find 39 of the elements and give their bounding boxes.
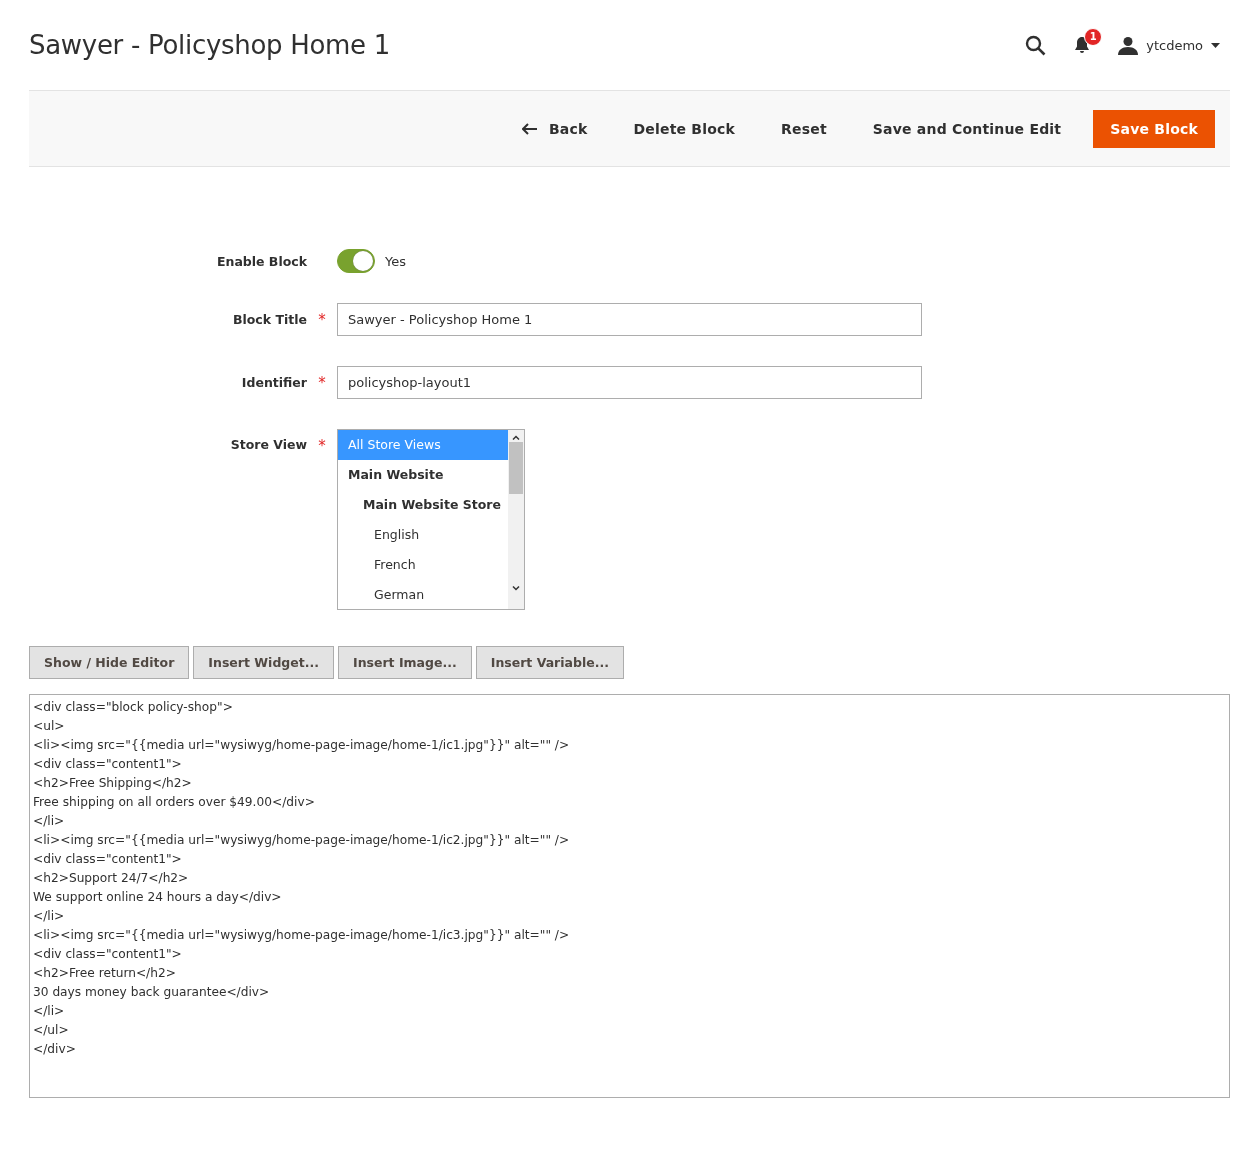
arrow-left-icon	[521, 122, 537, 135]
field-label: Block Title	[232, 312, 307, 327]
action-button[interactable]: Delete Block	[611, 109, 757, 148]
select-option[interactable]: French	[338, 550, 508, 580]
required-mark: *	[318, 310, 326, 329]
field-label: Enable Block	[216, 253, 307, 269]
select-option[interactable]: Main Website Store	[338, 490, 508, 520]
text-field[interactable]: Sawyer - Policyshop Home 1	[337, 303, 922, 336]
action-button[interactable]: Save and Continue Edit	[850, 109, 1084, 148]
notification-badge: 1	[1084, 28, 1103, 46]
save-button[interactable]: Save Block	[1093, 109, 1215, 148]
scrollbar[interactable]	[508, 430, 524, 609]
code-editor-field[interactable]: <div class="block policy-shop"> <ul> <li><img src="{{media url="wysiwyg/home-page-image/home-1/ic1.jpg"}}" alt="" /> <div class="content1"> <h2>Free Shipping</h2> Free shipping on all orders over $49.00</div> </li> <li><img src="{{media url="wysiwyg/home-page-image/home-1/ic2.jpg"}}" alt="" /> <div class="content1"> <h2>Support 24/7</h2> We support online 24 hours a day</div> </li> <li><img src="{{media url="wysiwyg/home-page-image/home-1/ic3.jpg"}}" alt="" /> <div class="content1"> <h2>Free return</h2> 30 days money back guarantee</div> </li> </ul> </div>	[29, 694, 1230, 1098]
editor-button[interactable]: Insert Variable...	[475, 646, 624, 679]
text-field[interactable]: policyshop-layout1	[337, 366, 922, 399]
action-button[interactable]: Reset	[759, 109, 849, 148]
select-option[interactable]: German	[338, 580, 508, 609]
user-icon	[1118, 35, 1139, 55]
field-label: Store View	[230, 437, 307, 452]
editor-button[interactable]: Insert Image...	[338, 646, 472, 679]
scrollbar-thumb[interactable]	[509, 442, 523, 494]
select-option[interactable]: Main Website	[338, 460, 508, 490]
page-title: Sawyer - Policyshop Home 1	[29, 30, 391, 60]
back-button[interactable]: Back	[499, 109, 610, 148]
toggle-label: Yes	[385, 253, 406, 269]
chevron-up-icon	[512, 435, 520, 440]
toggle-switch[interactable]	[337, 249, 375, 273]
editor-button[interactable]: Insert Widget...	[193, 646, 334, 679]
search-icon[interactable]	[1025, 34, 1047, 56]
chevron-down-icon	[512, 586, 520, 591]
required-mark: *	[318, 373, 326, 392]
field-label: Identifier	[241, 375, 307, 390]
caret-icon	[1211, 42, 1220, 48]
store-view-select[interactable]: All Store Views Main Website Main Website Store English French German	[337, 429, 525, 610]
select-option[interactable]: English	[338, 520, 508, 550]
editor-button[interactable]: Show / Hide Editor	[29, 646, 190, 679]
required-mark: *	[318, 437, 326, 455]
bell-icon[interactable]	[1074, 36, 1091, 54]
user-menu[interactable]: ytcdemo	[1118, 35, 1220, 55]
